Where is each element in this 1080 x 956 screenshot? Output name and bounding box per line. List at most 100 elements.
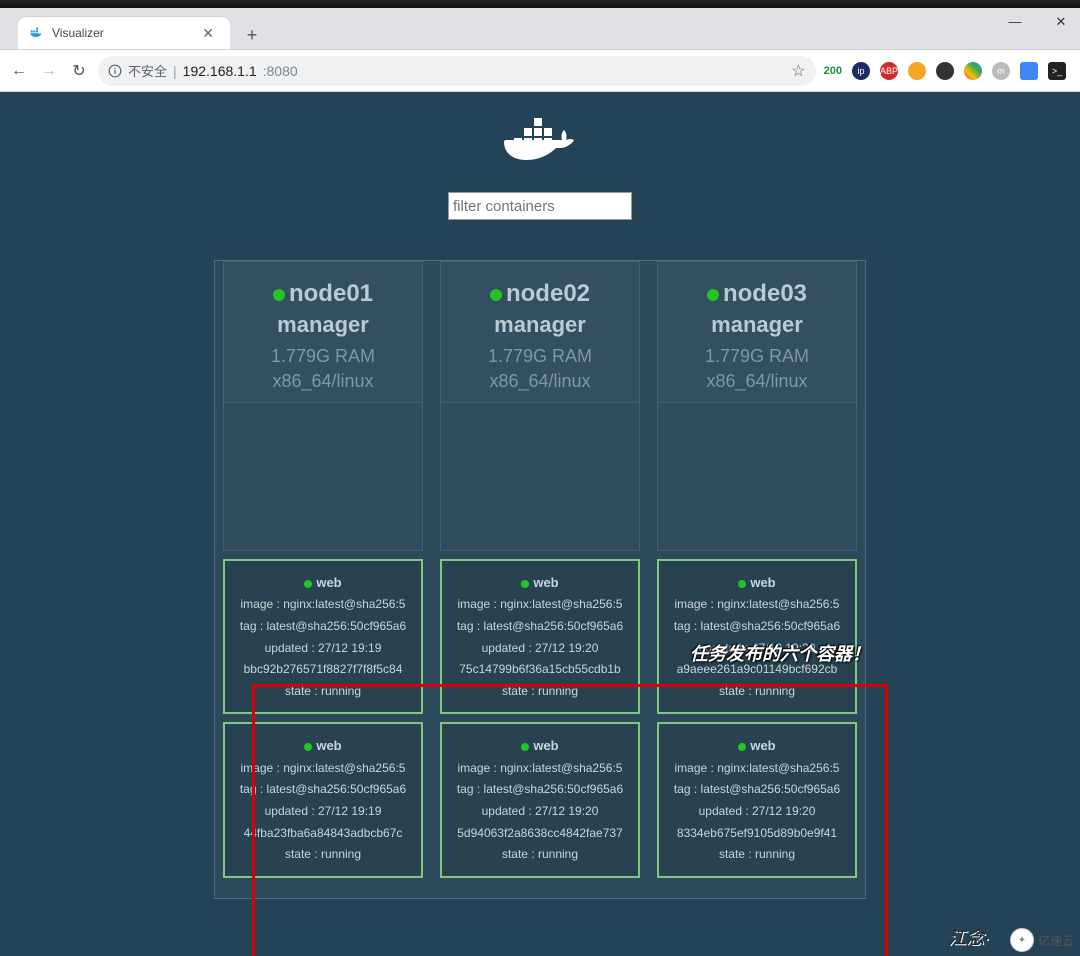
container-state: state : running — [665, 844, 849, 866]
browser-toolbar: ← → ↻ 不安全 | 192.168.1.1:8080 ☆ 200 ip AB… — [0, 50, 1080, 92]
container-card[interactable]: webimage : nginx:latest@sha256:5tag : la… — [440, 722, 640, 877]
container-card[interactable]: webimage : nginx:latest@sha256:5tag : la… — [223, 722, 423, 877]
new-tab-button[interactable]: + — [238, 21, 266, 49]
container-state: state : running — [448, 844, 632, 866]
container-state: state : running — [448, 681, 632, 703]
url-port: :8080 — [263, 63, 298, 79]
container-image: image : nginx:latest@sha256:5 — [231, 758, 415, 780]
extension-orange-icon[interactable] — [908, 62, 926, 80]
status-dot-icon — [738, 580, 746, 588]
node-role: manager — [441, 312, 639, 338]
node-ram: 1.779G RAM — [224, 346, 422, 367]
extension-tray: 200 ip ABP m >_ — [824, 62, 1072, 80]
signature-watermark: 江念· — [948, 924, 990, 950]
container-name: web — [231, 571, 415, 594]
container-image: image : nginx:latest@sha256:5 — [665, 594, 849, 616]
extension-grey-icon[interactable]: m — [992, 62, 1010, 80]
insecure-label: 不安全 — [128, 61, 167, 80]
docker-favicon — [28, 25, 44, 41]
container-image: image : nginx:latest@sha256:5 — [665, 758, 849, 780]
container-tag: tag : latest@sha256:50cf965a6 — [448, 616, 632, 638]
brand-watermark-icon: ✦ — [1010, 928, 1034, 952]
container-id: bbc92b276571f8827f7f8f5c84 — [231, 659, 415, 681]
container-updated: updated : 27/12 19:20 — [665, 801, 849, 823]
node-spacer — [223, 403, 423, 551]
extension-chrome-icon[interactable] — [964, 62, 982, 80]
container-updated: updated : 27/12 19:19 — [231, 638, 415, 660]
filter-containers-input[interactable] — [448, 192, 632, 220]
status-dot-icon — [490, 289, 502, 301]
container-id: 8334eb675ef9105d89b0e9f41 — [665, 823, 849, 845]
node-name: node03 — [658, 280, 856, 308]
window-titlebar-strip — [0, 0, 1080, 8]
container-list: webimage : nginx:latest@sha256:5tag : la… — [223, 559, 423, 878]
container-list: webimage : nginx:latest@sha256:5tag : la… — [657, 559, 857, 878]
node-header: node01 manager 1.779G RAM x86_64/linux — [223, 261, 423, 403]
node-role: manager — [658, 312, 856, 338]
status-dot-icon — [304, 743, 312, 751]
address-bar[interactable]: 不安全 | 192.168.1.1:8080 ☆ — [98, 56, 816, 86]
tab-close-button[interactable]: ✕ — [196, 25, 220, 42]
container-id: 44fba23fba6a84843adbcb67c — [231, 823, 415, 845]
extension-dark-icon[interactable] — [936, 62, 954, 80]
extension-abp-icon[interactable]: ABP — [880, 62, 898, 80]
container-name: web — [231, 734, 415, 757]
container-card[interactable]: webimage : nginx:latest@sha256:5tag : la… — [440, 559, 640, 714]
container-updated: updated : 27/12 19:19 — [231, 801, 415, 823]
node-ram: 1.779G RAM — [441, 346, 639, 367]
container-name: web — [665, 571, 849, 594]
status-dot-icon — [521, 743, 529, 751]
status-dot-icon — [273, 289, 285, 301]
container-card[interactable]: webimage : nginx:latest@sha256:5tag : la… — [657, 559, 857, 714]
extension-translate-icon[interactable] — [1020, 62, 1038, 80]
container-updated: updated : 27/12 19:20 — [448, 801, 632, 823]
container-tag: tag : latest@sha256:50cf965a6 — [448, 779, 632, 801]
brand-watermark: ✦ 亿速云 — [1010, 928, 1074, 952]
window-close-button[interactable]: ✕ — [1048, 14, 1074, 30]
container-state: state : running — [665, 681, 849, 703]
node-arch: x86_64/linux — [224, 371, 422, 392]
node-column: node02manager1.779G RAMx86_64/linuxwebim… — [440, 261, 640, 878]
container-card[interactable]: webimage : nginx:latest@sha256:5tag : la… — [657, 722, 857, 877]
url-separator: | — [173, 63, 177, 79]
container-tag: tag : latest@sha256:50cf965a6 — [665, 616, 849, 638]
node-arch: x86_64/linux — [658, 371, 856, 392]
container-tag: tag : latest@sha256:50cf965a6 — [231, 616, 415, 638]
extension-terminal-icon[interactable]: >_ — [1048, 62, 1066, 80]
container-image: image : nginx:latest@sha256:5 — [231, 594, 415, 616]
page-viewport: node01manager1.779G RAMx86_64/linuxwebim… — [0, 92, 1080, 956]
node-spacer — [657, 403, 857, 551]
node-ram: 1.779G RAM — [658, 346, 856, 367]
window-minimize-button[interactable]: — — [1002, 14, 1028, 30]
site-info-button[interactable]: 不安全 — [108, 61, 167, 80]
swarm-cluster-panel: node01manager1.779G RAMx86_64/linuxwebim… — [214, 260, 866, 899]
node-name: node02 — [441, 280, 639, 308]
container-id: 75c14799b6f36a15cb55cdb1b — [448, 659, 632, 681]
node-column: node03manager1.779G RAMx86_64/linuxwebim… — [657, 261, 857, 878]
container-list: webimage : nginx:latest@sha256:5tag : la… — [440, 559, 640, 878]
container-tag: tag : latest@sha256:50cf965a6 — [665, 779, 849, 801]
container-name: web — [665, 734, 849, 757]
bookmark-star-button[interactable]: ☆ — [791, 61, 805, 81]
browser-tab-active[interactable]: Visualizer ✕ — [18, 17, 230, 49]
container-card[interactable]: webimage : nginx:latest@sha256:5tag : la… — [223, 559, 423, 714]
annotation-text: 任务发布的六个容器！ — [690, 640, 870, 666]
nav-reload-button[interactable]: ↻ — [68, 60, 90, 82]
container-name: web — [448, 734, 632, 757]
nav-forward-button[interactable]: → — [38, 60, 60, 82]
browser-tab-strip: Visualizer ✕ + — ✕ — [0, 8, 1080, 50]
zoom-level-chip[interactable]: 200 — [824, 65, 842, 77]
container-state: state : running — [231, 681, 415, 703]
brand-watermark-text: 亿速云 — [1038, 932, 1074, 949]
status-dot-icon — [707, 289, 719, 301]
node-role: manager — [224, 312, 422, 338]
status-dot-icon — [304, 580, 312, 588]
info-icon — [108, 64, 122, 78]
node-spacer — [440, 403, 640, 551]
container-image: image : nginx:latest@sha256:5 — [448, 594, 632, 616]
container-image: image : nginx:latest@sha256:5 — [448, 758, 632, 780]
extension-ip-icon[interactable]: ip — [852, 62, 870, 80]
node-name: node01 — [224, 280, 422, 308]
nav-back-button[interactable]: ← — [8, 60, 30, 82]
node-header: node02manager1.779G RAMx86_64/linux — [440, 261, 640, 403]
